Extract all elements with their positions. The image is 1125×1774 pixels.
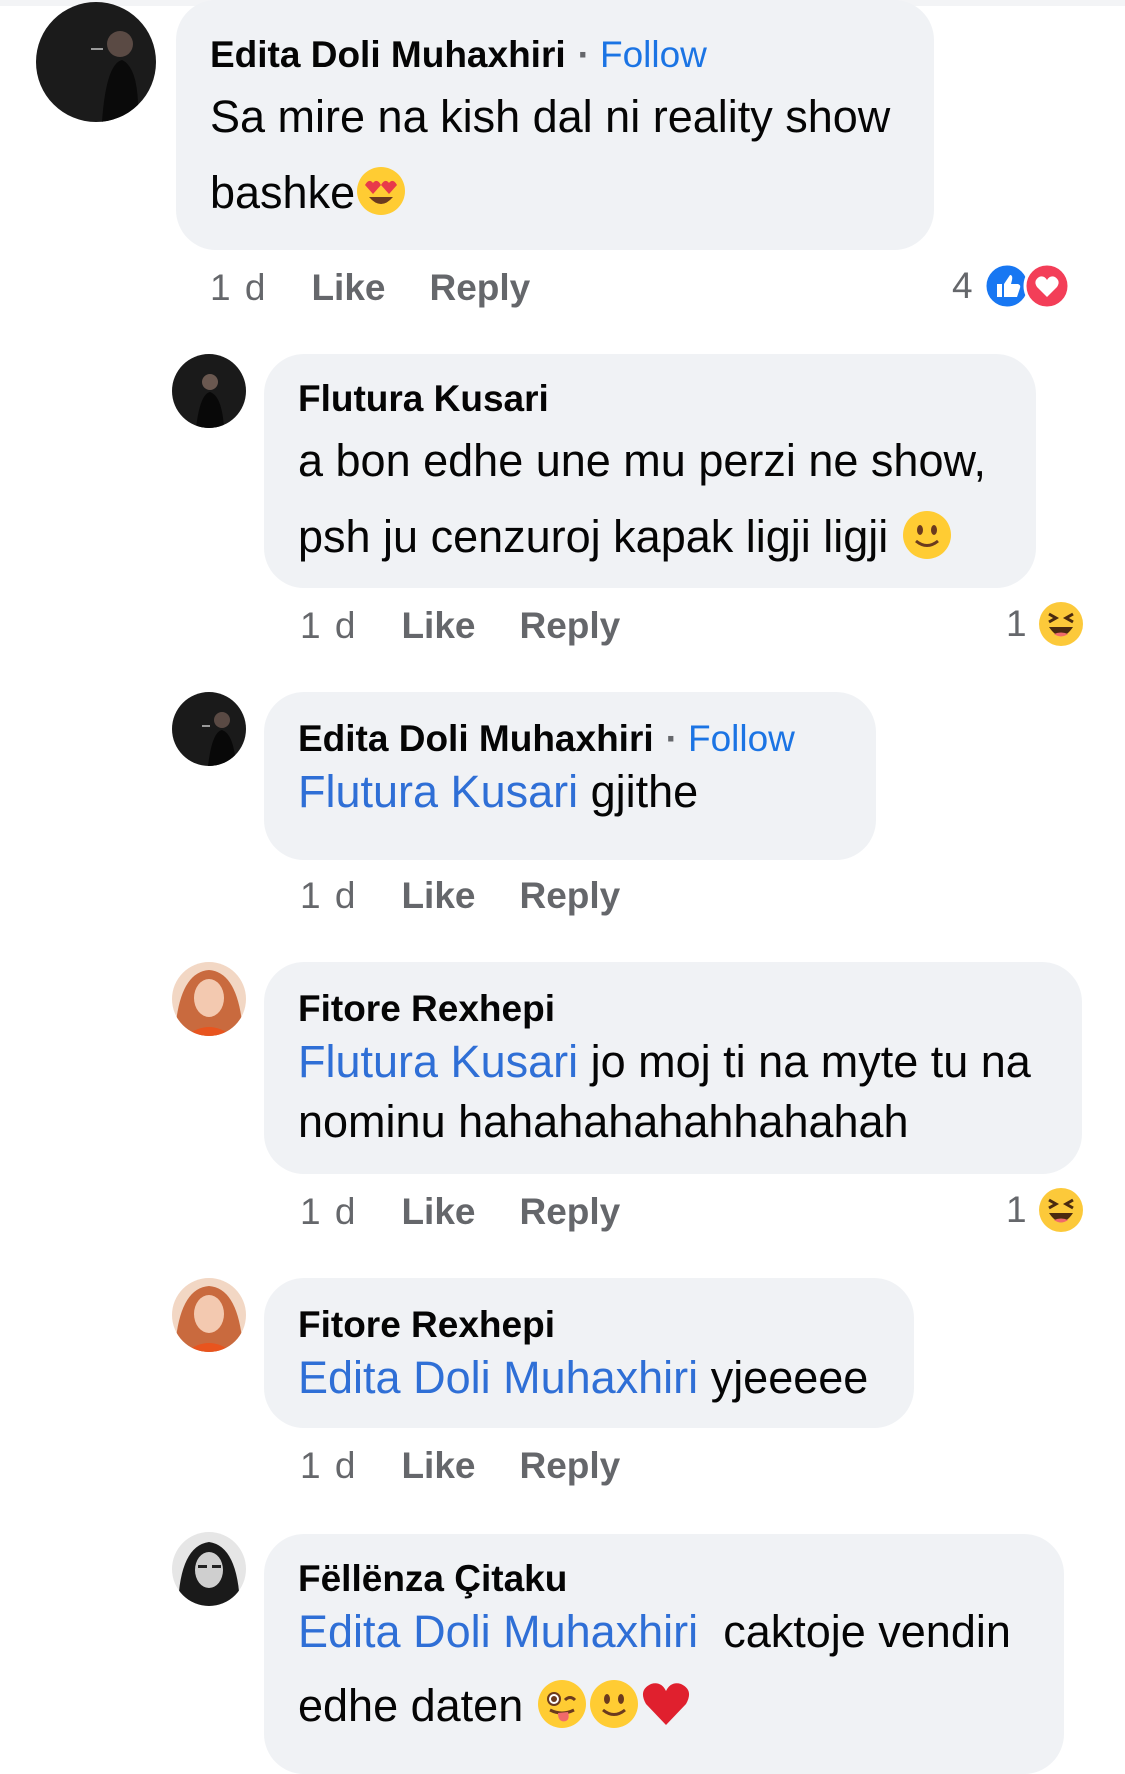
comment-timestamp[interactable]: 1 d: [300, 875, 357, 916]
slight-smile-emoji-icon: [589, 1680, 638, 1728]
slight-smile-emoji-icon: [902, 511, 951, 559]
comment-author[interactable]: Fitore Rexhepi: [298, 1302, 880, 1348]
comment-text-line: bashke: [210, 167, 356, 218]
like-button[interactable]: Like: [401, 875, 475, 916]
comment-text-line: jo moj ti na myte tu na: [590, 1036, 1031, 1087]
comment-text: a bon edhe une mu perzi ne show, psh ju …: [298, 422, 1002, 576]
comment-actions: 1 d Like Reply: [300, 604, 620, 648]
avatar[interactable]: [172, 962, 246, 1036]
comment-text-line: edhe daten: [298, 1680, 524, 1731]
comment-bubble: Edita Doli Muhaxhiri · Follow Sa mire na k…: [176, 0, 934, 250]
comment-text: Flutura Kusari jo moj ti na myte tu na n…: [298, 1032, 1048, 1152]
comment-text-line: Sa mire na kish dal ni reality show: [210, 91, 891, 142]
comment-bubble: Fëllënza Çitaku Edita Doli Muhaxhiri cak…: [264, 1534, 1064, 1774]
reaction-count: 4: [952, 265, 973, 306]
comment-text-line: gjithe: [590, 766, 699, 817]
mention-link[interactable]: Flutura Kusari: [298, 766, 578, 817]
winking-tongue-emoji-icon: [537, 1680, 586, 1728]
comment-text: Flutura Kusari gjithe: [298, 762, 842, 822]
heart-eyes-emoji-icon: [357, 167, 406, 215]
avatar[interactable]: [36, 2, 156, 122]
avatar[interactable]: [172, 1278, 246, 1352]
reply-button[interactable]: Reply: [519, 1191, 620, 1232]
comment-timestamp[interactable]: 1 d: [300, 1191, 357, 1232]
comment-bubble: Flutura Kusari a bon edhe une mu perzi n…: [264, 354, 1036, 588]
reaction-summary[interactable]: 1: [1006, 1186, 1085, 1234]
comment-bubble: Fitore Rexhepi Edita Doli Muhaxhiri yjee…: [264, 1278, 914, 1428]
comment-timestamp[interactable]: 1 d: [210, 267, 267, 308]
comment-bubble: Fitore Rexhepi Flutura Kusari jo moj ti …: [264, 962, 1082, 1174]
comment-author[interactable]: Edita Doli Muhaxhiri: [210, 34, 566, 75]
comment-actions: 1 d Like Reply: [300, 1190, 620, 1234]
haha-reaction-icon: [1038, 1188, 1083, 1232]
avatar[interactable]: [172, 354, 246, 428]
reply-button[interactable]: Reply: [519, 605, 620, 646]
reaction-count: 1: [1006, 603, 1027, 644]
reply-button[interactable]: Reply: [429, 267, 530, 308]
haha-reaction-icon: [1038, 602, 1083, 646]
comment-text: Edita Doli Muhaxhiri caktoje vendin edhe…: [298, 1602, 1030, 1736]
comment-timestamp[interactable]: 1 d: [300, 1445, 357, 1486]
comment-text-line: yjeeeee: [710, 1352, 869, 1403]
comment-text: Edita Doli Muhaxhiri yjeeeee: [298, 1348, 880, 1408]
avatar[interactable]: [172, 692, 246, 766]
reaction-summary[interactable]: 4: [952, 262, 1071, 310]
comment-author[interactable]: Edita Doli Muhaxhiri: [298, 718, 654, 759]
reaction-summary[interactable]: 1: [1006, 600, 1085, 648]
like-button[interactable]: Like: [401, 1191, 475, 1232]
comment-text-line: nominu hahahahahahhahahah: [298, 1096, 909, 1147]
reaction-count: 1: [1006, 1189, 1027, 1230]
comment-text-line: caktoje vendin: [723, 1606, 1011, 1657]
reply-button[interactable]: Reply: [519, 875, 620, 916]
comment-author[interactable]: Fëllënza Çitaku: [298, 1556, 1030, 1602]
comment-text-line: psh ju cenzuroj kapak ligji ligji: [298, 511, 889, 562]
comment-text: Sa mire na kish dal ni reality show bash…: [210, 78, 900, 232]
like-button[interactable]: Like: [401, 1445, 475, 1486]
comment-text-line: a bon edhe une mu perzi ne show,: [298, 435, 986, 486]
like-button[interactable]: Like: [401, 605, 475, 646]
comment-bubble: Edita Doli Muhaxhiri · Follow Flutura Kusa…: [264, 692, 876, 860]
comment-author[interactable]: Flutura Kusari: [298, 376, 1002, 422]
love-reaction-icon: [1023, 262, 1071, 310]
comment-actions: 1 d Like Reply: [210, 266, 530, 310]
mention-link[interactable]: Flutura Kusari: [298, 1036, 578, 1087]
follow-link[interactable]: Follow: [688, 718, 795, 759]
comment-timestamp[interactable]: 1 d: [300, 605, 357, 646]
like-button[interactable]: Like: [311, 267, 385, 308]
comment-author[interactable]: Fitore Rexhepi: [298, 986, 1048, 1032]
mention-link[interactable]: Edita Doli Muhaxhiri: [298, 1352, 698, 1403]
separator-dot: ·: [665, 718, 678, 759]
comment-actions: 1 d Like Reply: [300, 1444, 620, 1488]
follow-link[interactable]: Follow: [600, 34, 707, 75]
reply-button[interactable]: Reply: [519, 1445, 620, 1486]
red-heart-emoji-icon: [642, 1683, 689, 1725]
mention-link[interactable]: Edita Doli Muhaxhiri: [298, 1606, 698, 1657]
comment-actions: 1 d Like Reply: [300, 874, 620, 918]
avatar[interactable]: [172, 1532, 246, 1606]
separator-dot: ·: [577, 34, 590, 75]
